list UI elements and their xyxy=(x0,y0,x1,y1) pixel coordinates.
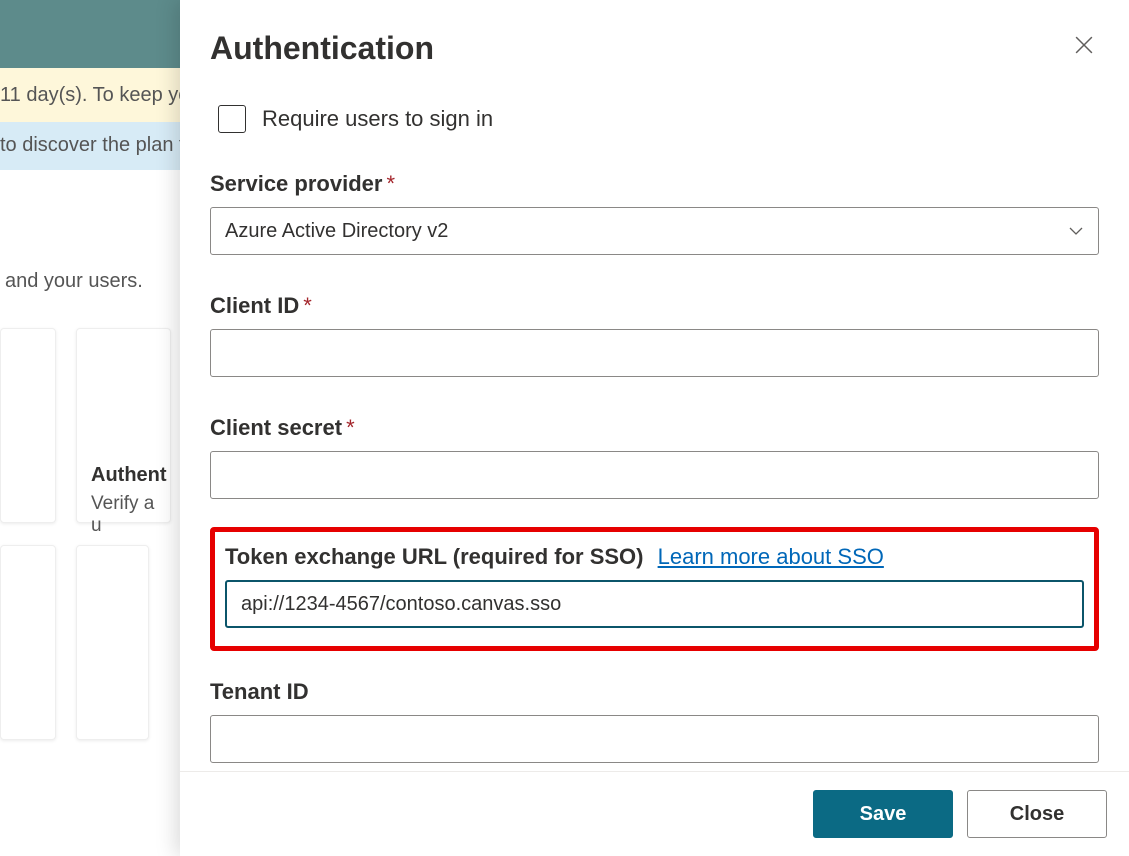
close-icon[interactable] xyxy=(1069,30,1099,60)
authentication-panel: Authentication Require users to sign in … xyxy=(180,0,1129,856)
token-url-label: Token exchange URL (required for SSO) Le… xyxy=(225,544,1084,570)
token-url-input[interactable] xyxy=(225,580,1084,628)
save-button[interactable]: Save xyxy=(813,790,953,838)
bg-card xyxy=(76,545,149,740)
close-button[interactable]: Close xyxy=(967,790,1107,838)
tenant-id-input[interactable] xyxy=(210,715,1099,763)
panel-title: Authentication xyxy=(210,30,434,67)
header-band xyxy=(0,0,180,68)
panel-footer: Save Close xyxy=(180,771,1129,856)
tenant-id-label: Tenant ID xyxy=(210,679,1099,705)
bg-card xyxy=(0,545,56,740)
notice-blue: to discover the plan t xyxy=(0,122,180,170)
service-provider-label: Service provider* xyxy=(210,171,1099,197)
bg-card-auth: Authent Verify a u xyxy=(76,328,171,523)
learn-more-sso-link[interactable]: Learn more about SSO xyxy=(658,544,884,569)
notice-yellow: 11 day(s). To keep yo xyxy=(0,68,180,122)
bg-card-title: Authent xyxy=(91,464,156,487)
token-url-highlight-box: Token exchange URL (required for SSO) Le… xyxy=(210,527,1099,651)
client-secret-label: Client secret* xyxy=(210,415,1099,441)
chevron-down-icon xyxy=(1068,223,1084,239)
service-provider-select[interactable]: Azure Active Directory v2 xyxy=(210,207,1099,255)
require-signin-checkbox[interactable] xyxy=(218,105,246,133)
require-signin-label: Require users to sign in xyxy=(262,106,493,132)
client-id-label: Client ID* xyxy=(210,293,1099,319)
bg-card xyxy=(0,328,56,523)
bg-card-subtitle: Verify a u xyxy=(91,493,156,537)
client-secret-input[interactable] xyxy=(210,451,1099,499)
service-provider-value: Azure Active Directory v2 xyxy=(225,220,448,243)
client-id-input[interactable] xyxy=(210,329,1099,377)
